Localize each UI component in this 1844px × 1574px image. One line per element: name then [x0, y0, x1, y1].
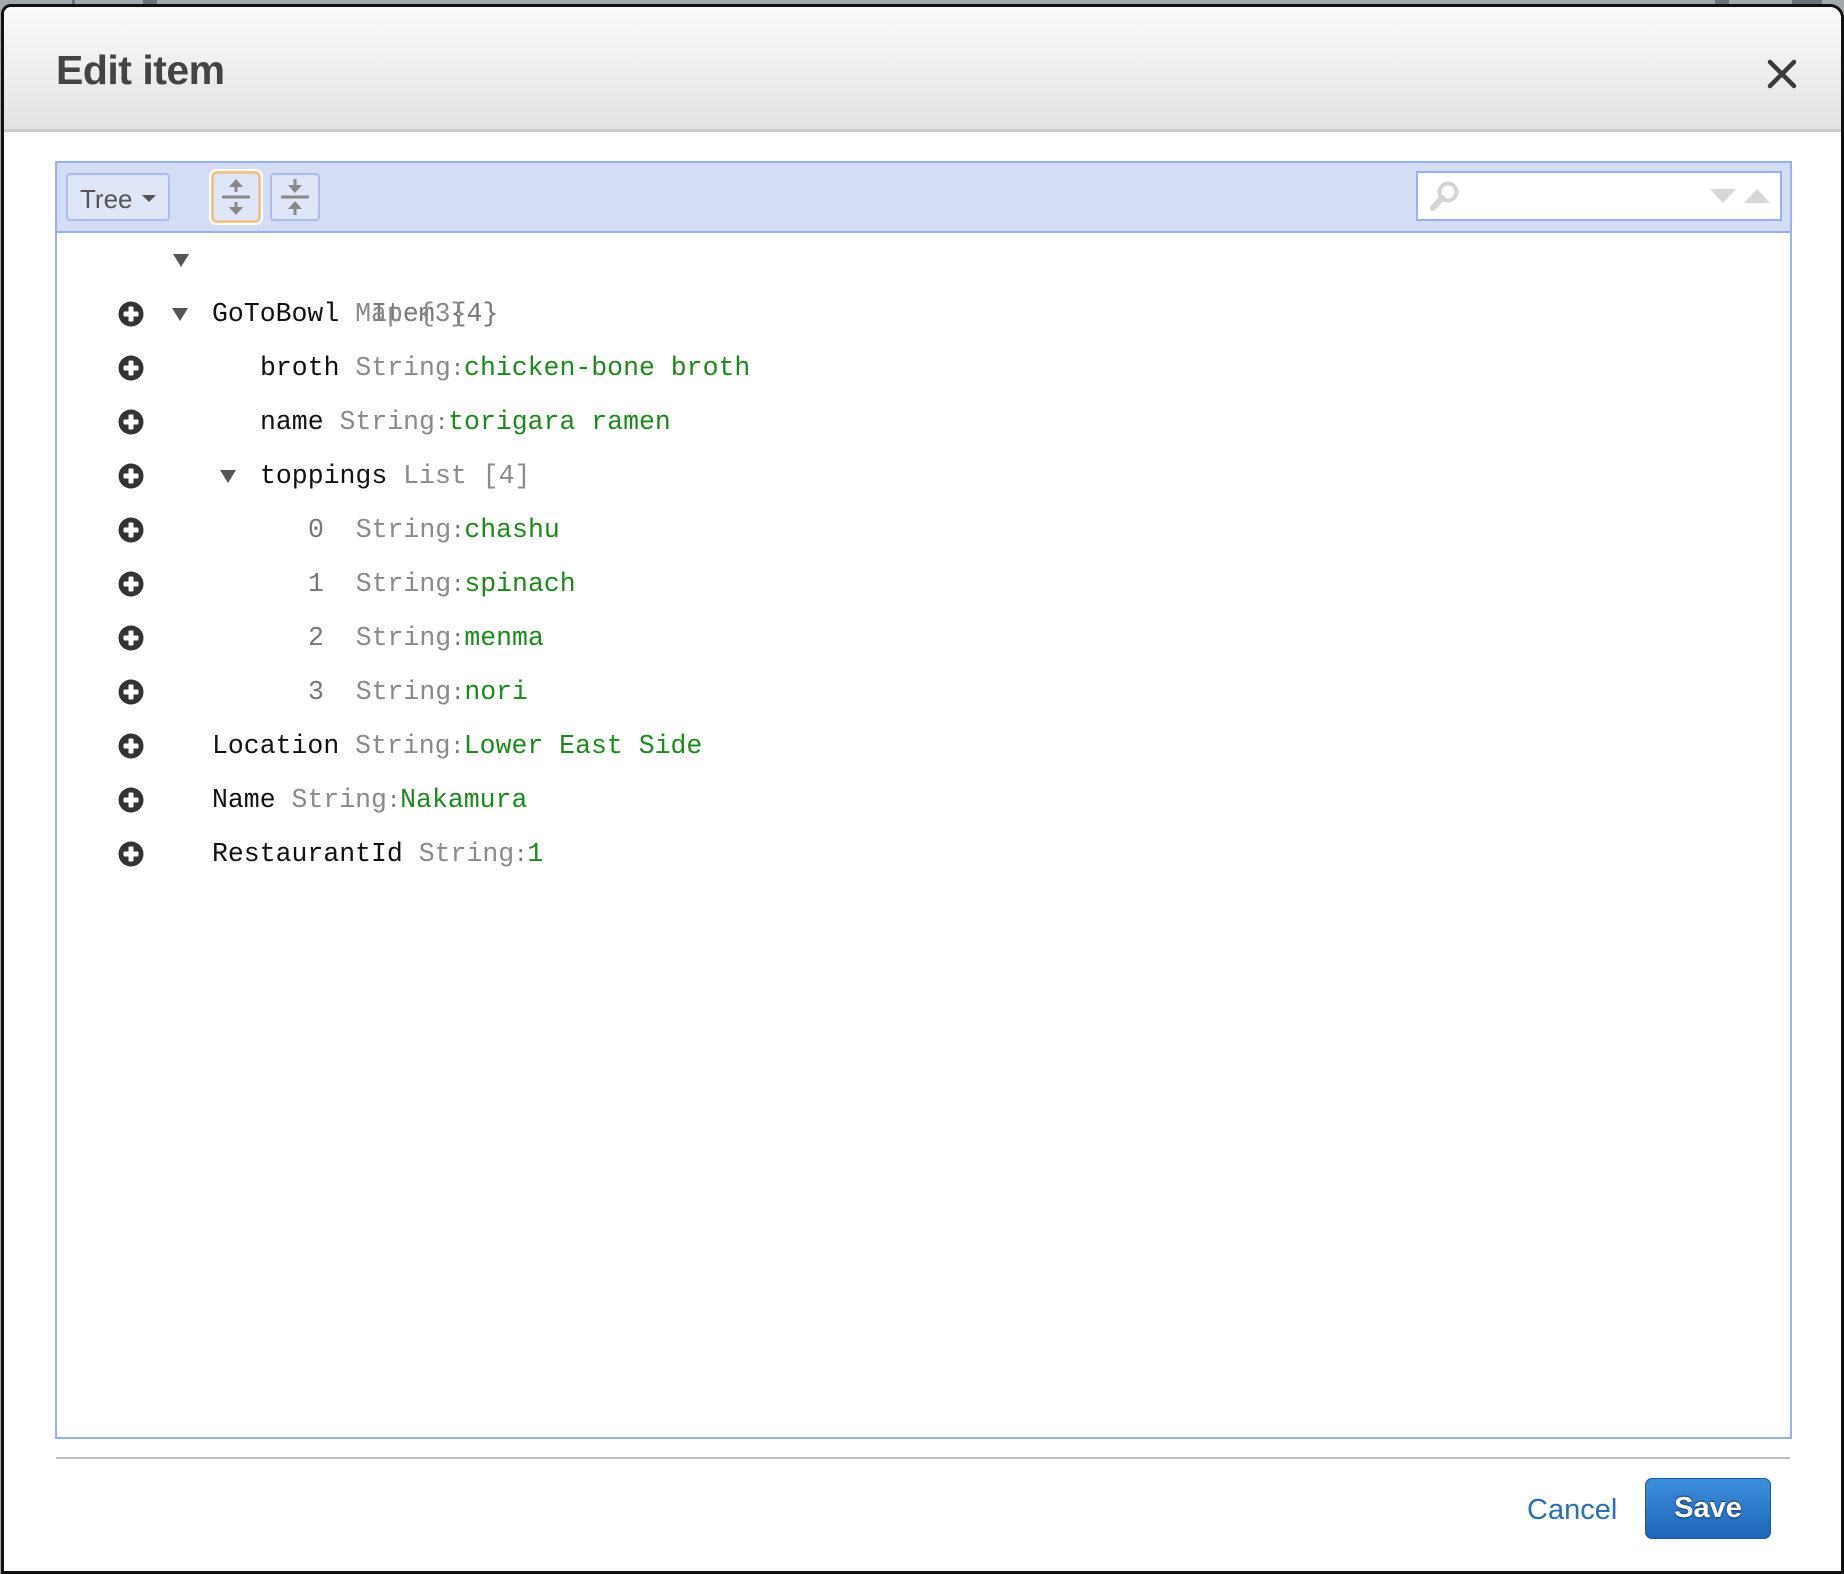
collapse-toggle-icon[interactable]	[172, 308, 188, 321]
list-index[interactable]: 1	[308, 569, 324, 599]
tree-row: Name String:Nakamura	[57, 773, 1790, 827]
field-type[interactable]: List	[403, 461, 467, 491]
field-key[interactable]: GoToBowl	[212, 299, 339, 329]
field-value[interactable]: spinach	[464, 569, 575, 599]
close-button[interactable]	[1765, 57, 1799, 91]
field-key[interactable]: Name	[212, 785, 276, 815]
tree-root-row: Item {4}	[57, 233, 1790, 329]
tree-row: 0 String:chashu	[57, 503, 1790, 557]
field-type[interactable]: Map	[355, 299, 403, 329]
add-field-icon[interactable]	[118, 787, 144, 813]
collapse-all-icon	[281, 179, 309, 215]
json-editor: Tree Item {4} GoToBowl Map {3} broth Str…	[55, 161, 1792, 1439]
field-value[interactable]: torigara ramen	[448, 407, 671, 437]
add-field-icon[interactable]	[118, 571, 144, 597]
search-icon	[1430, 181, 1459, 211]
tree-row: name String:torigara ramen	[57, 395, 1790, 449]
tree-row: 3 String:nori	[57, 665, 1790, 719]
field-separator: :	[451, 519, 465, 544]
field-type[interactable]: String	[355, 731, 450, 761]
tree-row: broth String:chicken-bone broth	[57, 341, 1790, 395]
field-value[interactable]: Nakamura	[400, 785, 527, 815]
tree-row: RestaurantId String:1	[57, 827, 1790, 881]
editor-toolbar: Tree	[57, 163, 1790, 233]
field-value[interactable]: Lower East Side	[464, 731, 703, 761]
field-type[interactable]: String	[292, 785, 387, 815]
field-separator: :	[451, 573, 465, 598]
field-type[interactable]: String	[355, 353, 450, 383]
mode-dropdown[interactable]: Tree	[66, 173, 170, 221]
field-count: {3}	[418, 299, 467, 329]
field-key[interactable]: toppings	[260, 461, 387, 491]
field-separator: :	[450, 735, 464, 760]
dialog-title: Edit item	[56, 47, 225, 93]
list-index[interactable]: 2	[308, 623, 324, 653]
field-value[interactable]: nori	[464, 677, 528, 707]
field-separator: :	[451, 627, 465, 652]
collapse-toggle-icon[interactable]	[220, 470, 236, 483]
field-key[interactable]: name	[260, 407, 324, 437]
tree-row: toppings List [4]	[57, 449, 1790, 503]
search-next-button[interactable]	[1710, 189, 1736, 203]
add-field-icon[interactable]	[118, 409, 144, 435]
field-key[interactable]: RestaurantId	[212, 839, 403, 869]
search-input[interactable]	[1462, 179, 1706, 215]
add-field-icon[interactable]	[118, 463, 144, 489]
field-type[interactable]: String	[356, 515, 451, 545]
field-count: [4]	[482, 461, 531, 491]
field-key[interactable]: Location	[212, 731, 339, 761]
field-separator: :	[450, 357, 465, 382]
field-type[interactable]: String	[356, 569, 451, 599]
footer-divider	[56, 1457, 1790, 1459]
list-index[interactable]: 0	[308, 515, 324, 545]
close-icon	[1767, 59, 1797, 89]
add-field-icon[interactable]	[118, 301, 144, 327]
collapse-all-button[interactable]	[270, 173, 320, 221]
field-type[interactable]: String	[356, 677, 451, 707]
field-value[interactable]: chicken-bone broth	[464, 353, 750, 383]
add-field-icon[interactable]	[118, 679, 144, 705]
search-box	[1416, 171, 1782, 221]
tree-row: 1 String:spinach	[57, 557, 1790, 611]
field-value[interactable]: 1	[527, 839, 543, 869]
add-field-icon[interactable]	[118, 733, 144, 759]
field-value[interactable]: menma	[464, 623, 544, 653]
field-type[interactable]: String	[356, 623, 451, 653]
tree-view: Item {4} GoToBowl Map {3} broth String:ch…	[57, 233, 1790, 1437]
collapse-toggle-icon[interactable]	[173, 254, 189, 267]
add-field-icon[interactable]	[118, 625, 144, 651]
dialog-header: Edit item	[4, 7, 1841, 132]
field-separator: :	[451, 681, 465, 706]
add-field-icon[interactable]	[118, 517, 144, 543]
expand-all-button[interactable]	[211, 171, 261, 223]
search-previous-button[interactable]	[1744, 189, 1770, 203]
field-value[interactable]: chashu	[464, 515, 559, 545]
field-type[interactable]: String	[340, 407, 435, 437]
tree-row: 2 String:menma	[57, 611, 1790, 665]
field-separator: :	[386, 789, 401, 814]
field-type[interactable]: String	[419, 839, 514, 869]
tree-row: GoToBowl Map {3}	[57, 287, 1790, 341]
expand-all-icon	[222, 179, 250, 215]
caret-down-icon	[142, 195, 156, 202]
field-separator: :	[434, 411, 449, 436]
field-separator: :	[514, 843, 528, 868]
save-button[interactable]: Save	[1645, 1478, 1771, 1539]
list-index[interactable]: 3	[308, 677, 324, 707]
add-field-icon[interactable]	[118, 355, 144, 381]
mode-label: Tree	[80, 184, 133, 214]
edit-item-dialog: Edit item Tree Item {4} GoToBowl Map {3}…	[1, 4, 1844, 1574]
add-field-icon[interactable]	[118, 841, 144, 867]
cancel-button[interactable]: Cancel	[1527, 1494, 1617, 1527]
tree-row: Location String:Lower East Side	[57, 719, 1790, 773]
field-key[interactable]: broth	[260, 353, 340, 383]
